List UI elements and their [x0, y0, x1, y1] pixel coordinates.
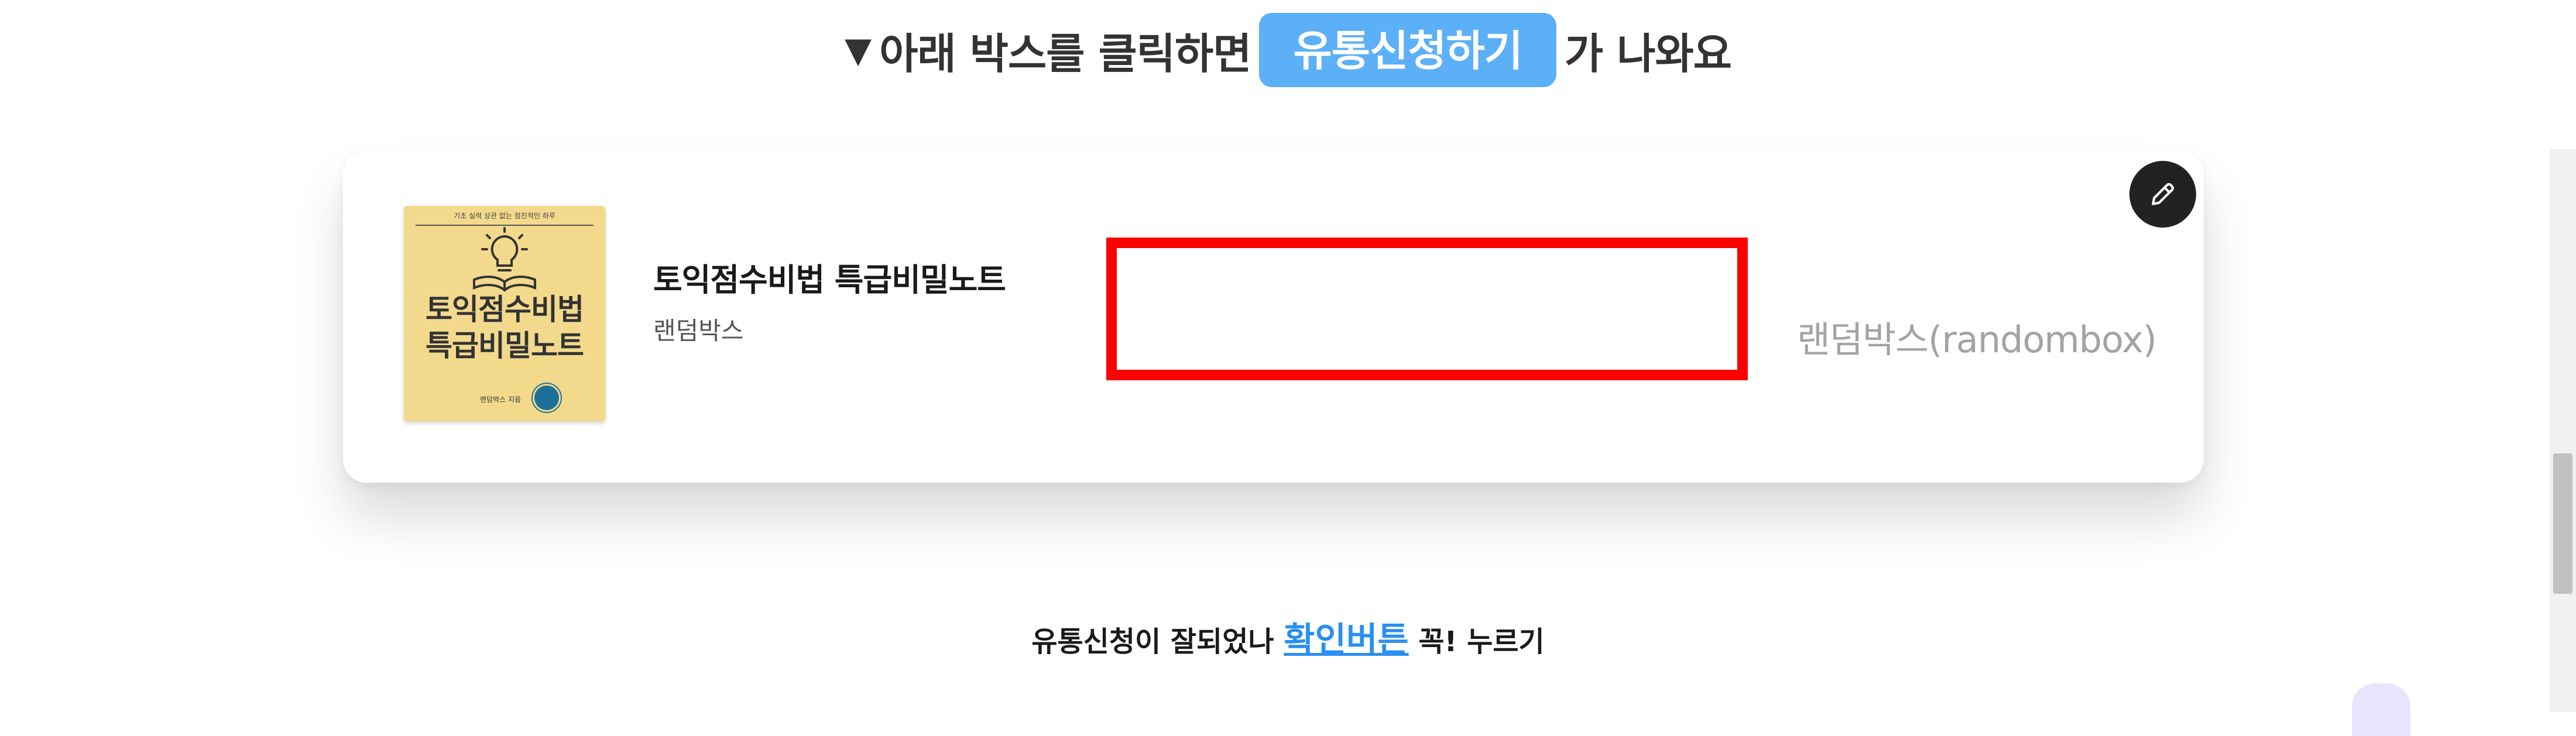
- cover-title: 토익점수비법 특급비밀노트: [404, 291, 605, 364]
- headline-text-before: 아래 박스를 클릭하면: [879, 29, 1251, 78]
- confirm-instruction: 유통신청이 잘되었나 확인버튼 꼭! 누르기: [0, 612, 2576, 661]
- cover-caption: 기초 실력 상관 없는 점진적인 하루: [454, 212, 555, 220]
- lightbulb-book-icon: [473, 227, 536, 292]
- pencil-icon: [2152, 183, 2174, 205]
- cover-title-line1: 토익점수비법: [426, 293, 584, 326]
- click-target-highlight-box[interactable]: [1106, 238, 1748, 380]
- book-author: 랜덤박스: [653, 317, 744, 345]
- confirm-button-link[interactable]: 확인버튼: [1284, 620, 1408, 659]
- book-title: 토익점수비법 특급비밀노트: [653, 262, 1006, 298]
- edit-button[interactable]: [2129, 161, 2196, 228]
- confirm-text-before: 유통신청이 잘되었나: [1031, 625, 1284, 658]
- headline-text-after: 가 나와요: [1564, 29, 1732, 78]
- brand-name: 랜덤박스(randombox): [1797, 318, 2157, 361]
- cover-publisher: 랜덤박스 지음: [480, 395, 522, 404]
- floating-chat-widget-icon[interactable]: [2352, 683, 2410, 736]
- book-product-card[interactable]: 기초 실력 상관 없는 점진적인 하루 토익점수비법 특급비밀노트 랜덤박스 지…: [343, 151, 2204, 483]
- distribution-request-badge: 유통신청하기: [1259, 13, 1556, 87]
- instruction-headline: ▼ 아래 박스를 클릭하면 유통신청하기 가 나와요: [0, 13, 2576, 87]
- scrollbar-thumb[interactable]: [2553, 453, 2572, 594]
- confirm-text-after: 꼭! 누르기: [1408, 625, 1545, 658]
- down-triangle-icon: ▼: [845, 29, 872, 71]
- page-scrollbar[interactable]: [2550, 149, 2576, 712]
- book-cover-image: 기초 실력 상관 없는 점진적인 하루 토익점수비법 특급비밀노트 랜덤박스 지…: [404, 206, 605, 421]
- cover-title-line2: 특급비밀노트: [426, 329, 584, 363]
- publisher-logo-icon: [533, 384, 561, 412]
